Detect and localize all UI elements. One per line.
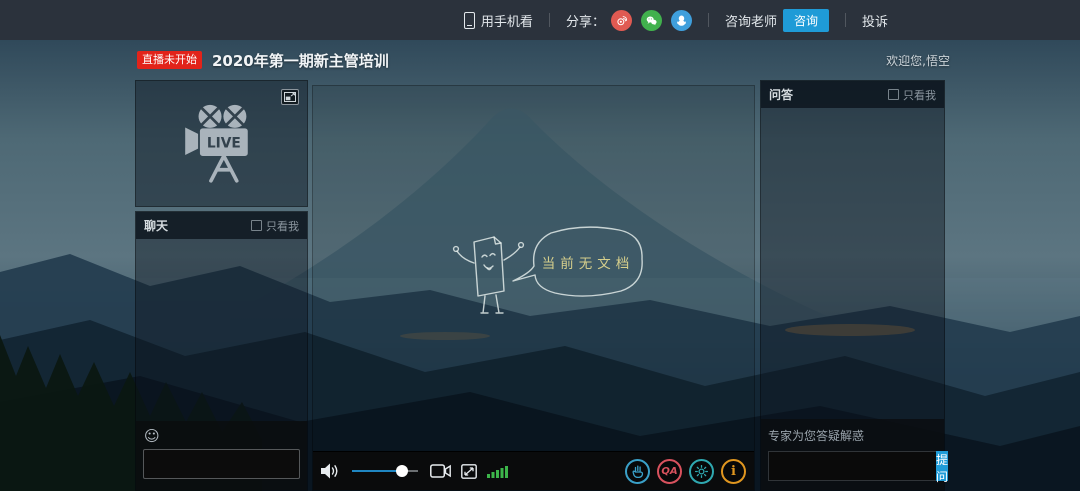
emoji-icon[interactable]: ☺ [144,429,160,444]
qa-icon[interactable]: QA [657,459,682,484]
chat-only-me-label: 只看我 [266,218,299,234]
qa-title: 问答 [769,86,793,103]
live-camera-icon: LIVE [176,100,268,188]
volume-slider[interactable] [352,465,418,477]
left-column: LIVE 聊天 只看我 ☺ [135,80,308,491]
stage-action-icons: QA i [625,459,746,484]
ask-question-button[interactable]: 提问 [936,451,948,481]
qa-panel: 问答 只看我 专家为您答疑解惑 提问 [760,80,945,491]
chat-header: 聊天 只看我 [136,212,307,239]
chat-panel: 聊天 只看我 ☺ [135,211,308,491]
watch-on-phone-button[interactable]: 用手机看 [464,11,533,30]
fullscreen-icon[interactable] [461,464,477,479]
center-column: 当前无文档 [312,85,755,491]
no-document-doodle: 当前无文档 [443,221,658,329]
chat-footer: ☺ [136,421,307,490]
complaint-button[interactable]: 投诉 [862,11,888,30]
live-status-badge: 直播未开始 [137,51,202,68]
share-label: 分享： [566,11,605,30]
qq-icon[interactable] [671,10,692,31]
volume-slider-thumb[interactable] [396,465,408,477]
share-group: 分享： [566,10,692,31]
chat-message-list[interactable] [136,239,307,421]
divider [708,13,709,27]
qa-only-me-label: 只看我 [903,87,936,103]
chat-only-me-toggle[interactable]: 只看我 [251,218,299,234]
phone-icon [464,12,475,29]
info-icon[interactable]: i [721,459,746,484]
divider [845,13,846,27]
chat-input[interactable] [143,449,300,479]
presenter-video-panel: LIVE [135,80,308,207]
complaint-label: 投诉 [862,11,888,30]
qa-only-me-toggle[interactable]: 只看我 [888,87,936,103]
welcome-text: 欢迎您,悟空 [886,52,950,69]
chat-only-me-checkbox[interactable] [251,220,262,231]
player-control-bar: QA i [313,451,754,490]
qa-message-list[interactable] [761,108,944,419]
qa-only-me-checkbox[interactable] [888,89,899,100]
swap-view-icon[interactable] [281,89,299,105]
qa-header: 问答 只看我 [761,81,944,108]
live-label: LIVE [206,135,240,151]
qa-hint-text: 专家为您答疑解惑 [768,427,937,444]
camera-toggle-icon[interactable] [430,464,451,478]
qa-footer: 专家为您答疑解惑 提问 [761,419,944,490]
consult-group: 咨询老师 咨询 [725,9,829,32]
raise-hand-icon[interactable] [625,459,650,484]
no-document-text: 当前无文档 [542,255,635,272]
consult-teacher-label: 咨询老师 [725,11,777,30]
page-title: 2020年第一期新主管培训 [212,50,389,71]
weibo-icon[interactable] [611,10,632,31]
wechat-icon[interactable] [641,10,662,31]
chat-title: 聊天 [144,217,168,234]
header-row: 直播未开始 2020年第一期新主管培训 欢迎您,悟空 [137,47,950,73]
document-stage: 当前无文档 [313,86,754,451]
speaker-icon[interactable] [321,463,340,479]
divider [549,13,550,27]
topbar: 用手机看 分享： [0,0,1080,40]
consult-button[interactable]: 咨询 [783,9,829,32]
question-input[interactable] [768,451,936,481]
network-signal-icon [487,464,508,478]
live-classroom-page: 用手机看 分享： [0,0,1080,491]
watch-on-phone-label: 用手机看 [481,11,533,30]
settings-icon[interactable] [689,459,714,484]
